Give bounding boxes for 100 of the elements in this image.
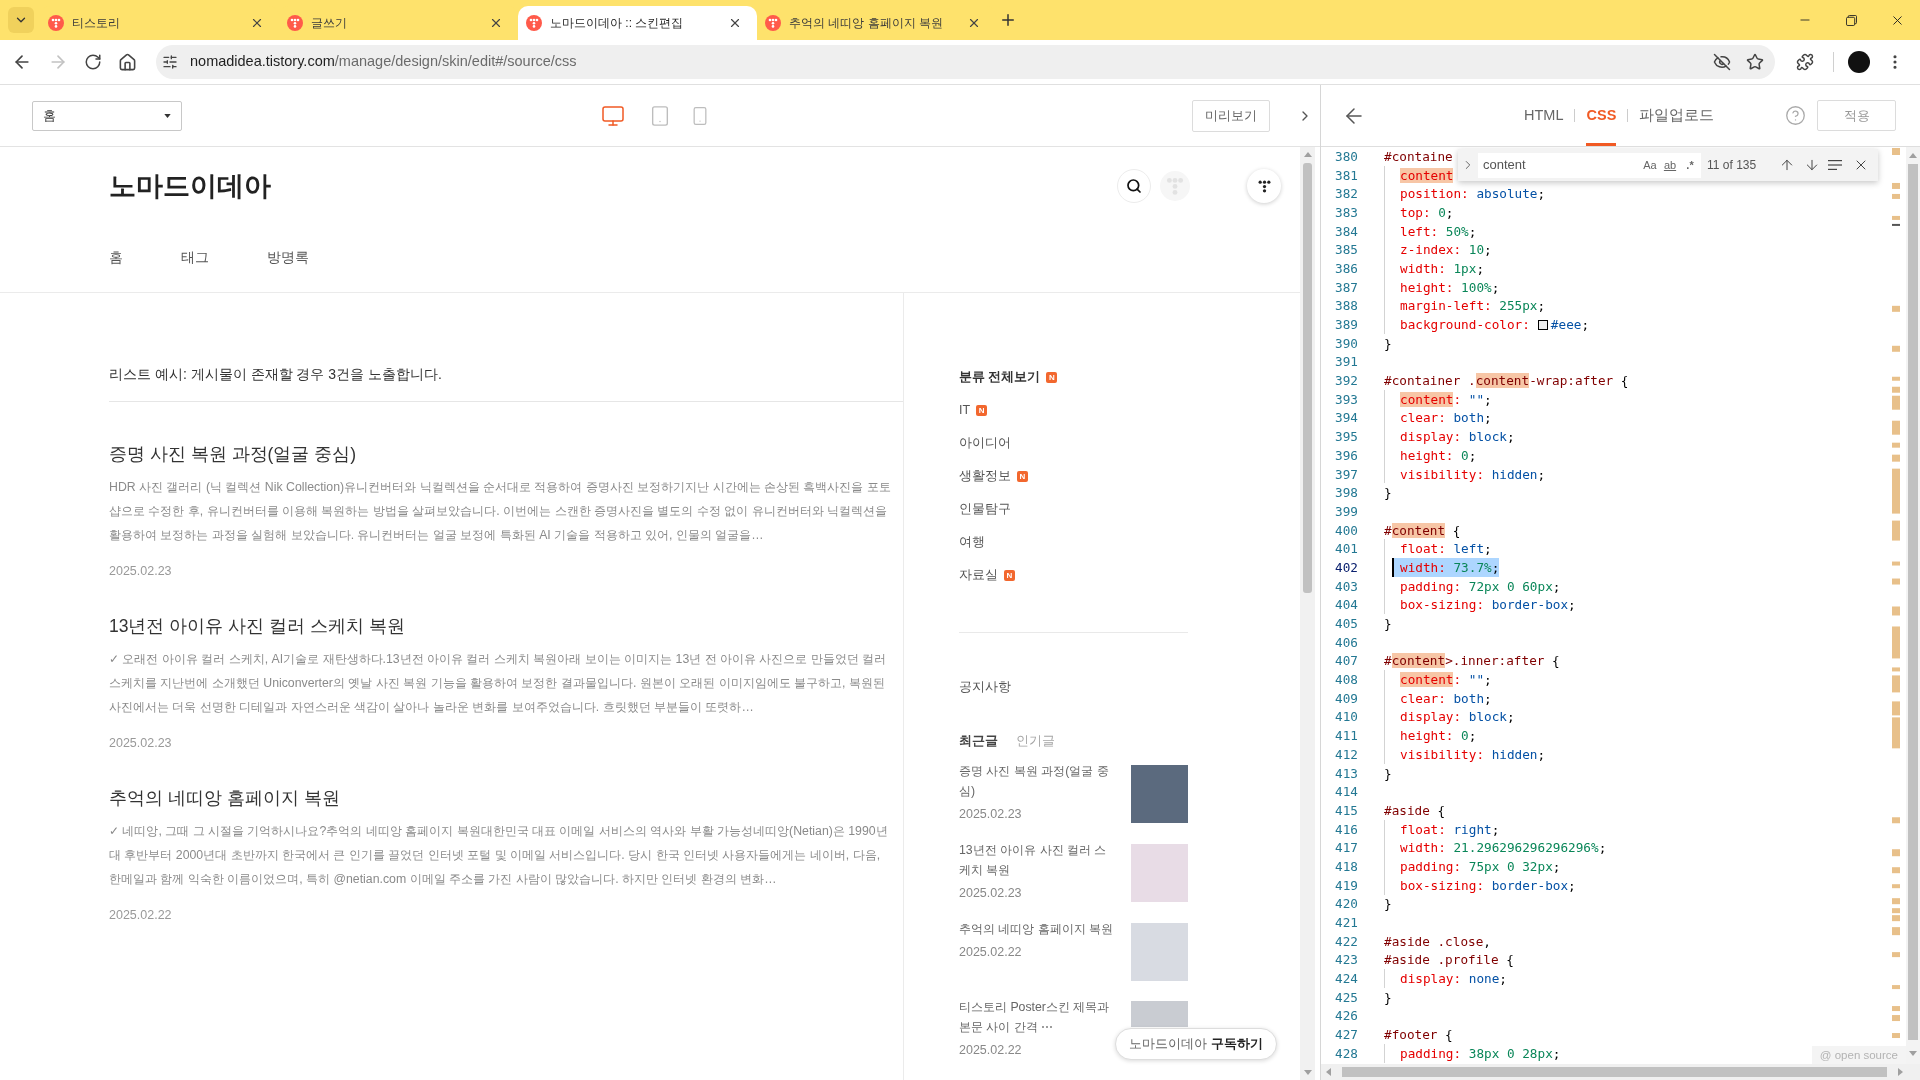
help-icon[interactable] bbox=[1785, 105, 1806, 126]
right-triangle-icon[interactable] bbox=[1898, 1068, 1903, 1076]
code-text: content: ""; bbox=[1400, 390, 1492, 409]
menu-button[interactable] bbox=[1247, 169, 1281, 203]
line-number: 423 bbox=[1334, 951, 1358, 970]
logo-icon bbox=[1160, 171, 1190, 201]
line-number: 428 bbox=[1334, 1044, 1358, 1063]
browser-tab[interactable]: 노마드이데아 :: 스킨편집 bbox=[518, 6, 757, 40]
line-number: 421 bbox=[1334, 914, 1358, 932]
line-number: 393 bbox=[1334, 390, 1358, 409]
code-text: background-color: bbox=[1400, 316, 1530, 334]
post-excerpt: ✓ 네띠앙, 그때 그 시절을 기억하시나요?추억의 네띠앙 홈페이지 복원대한민국 대표 이메일 서비스의 역사와 부활 가능성네띠앙(Netian)은 1990년대 후반부터 2000년대 초반까지 한국에서 큰 인기를 끌었던 인터넷 포털 및 이메일 서비스입니다. 당시 한국 인터넷 사용자들에게는 네이버, 다음, 한메일과 함께 익숙한 이름이었으며, 특히 @netian.com 이메일 주소를 가진 사람이 많았습니다. 하지만 인터넷 환경의 변화… bbox=[109, 823, 889, 888]
address-bar[interactable]: nomadidea.tistory.com/manage/design/skin/edit#/source/css bbox=[156, 45, 1775, 79]
scrollbar-thumb[interactable] bbox=[1342, 1067, 1887, 1077]
recent-post-date: 2025.02.23 bbox=[959, 885, 1023, 902]
recent-post-link[interactable]: 증명 사진 복원 과정(얼굴 중심) bbox=[959, 761, 1115, 801]
find-field[interactable]: content Aa ab .* bbox=[1478, 152, 1701, 178]
nav-link[interactable]: 홈 bbox=[109, 247, 123, 267]
line-number: 406 bbox=[1334, 633, 1358, 652]
new-badge: N bbox=[976, 405, 988, 416]
up-triangle-icon[interactable] bbox=[1303, 152, 1312, 157]
line-number: 401 bbox=[1334, 540, 1358, 559]
category-link[interactable]: 생활정보 N bbox=[959, 460, 1194, 493]
line-number: 413 bbox=[1334, 764, 1358, 783]
recent-post-link[interactable]: 13년전 아이유 사진 컬러 스케치 복원 bbox=[959, 840, 1115, 880]
horizontal-scrollbar[interactable] bbox=[1321, 1064, 1920, 1080]
home-icon[interactable] bbox=[118, 52, 137, 72]
code-text: padding: 75px 0 32px; bbox=[1400, 857, 1561, 876]
notice-heading[interactable]: 공지사항 bbox=[959, 677, 1194, 697]
down-triangle-icon[interactable] bbox=[1909, 1051, 1917, 1056]
lines-icon[interactable] bbox=[1828, 160, 1842, 170]
monitor-icon[interactable] bbox=[601, 103, 625, 128]
restore-icon[interactable] bbox=[1845, 14, 1857, 26]
post-excerpt: ✓ 오래전 아이유 컬러 스케치, AI기술로 재탄생하다.13년전 아이유 컬러 스케치 복원아래 보이는 이미지는 13년 전 아이유 사진으로 만들었던 컬러 스케치를 지난번에 소개했던 Uniconverter의 옛날 사진 복원 기능을 활용하여 보정한 결과물입니다. 원본이 오래된 이미지임에도 불구하고, 복원된 사진에서는 더욱 선명한 디테일과 자연스러운 색감이 살아나 놀라운 변화를 보여주었습니다. 흐릿했던 부분들이 또렷하… bbox=[109, 651, 888, 716]
reload-icon[interactable] bbox=[84, 53, 102, 71]
post-title[interactable]: 추억의 네띠앙 홈페이지 복원 bbox=[109, 784, 895, 812]
code-text: visibility: hidden; bbox=[1400, 465, 1546, 484]
close-icon[interactable] bbox=[250, 16, 264, 30]
preview-button[interactable]: 미리보기 bbox=[1192, 99, 1270, 132]
page-select[interactable]: 홈 bbox=[32, 100, 182, 131]
code-text: width: 21.296296296296296%; bbox=[1400, 839, 1607, 858]
line-number: 385 bbox=[1334, 241, 1358, 260]
option-toggle[interactable]: .* bbox=[1680, 155, 1700, 175]
line-number: 402 bbox=[1334, 558, 1358, 577]
code-text: #footer { bbox=[1384, 1026, 1453, 1045]
code-text: clear: both; bbox=[1400, 409, 1492, 428]
category-link[interactable]: 여행 bbox=[959, 526, 1194, 559]
line-number: 418 bbox=[1334, 857, 1358, 876]
line-number: 398 bbox=[1334, 484, 1358, 503]
nav-link[interactable]: 태그 bbox=[181, 247, 209, 267]
post-title[interactable]: 13년전 아이유 사진 컬러 스케치 복원 bbox=[109, 612, 895, 640]
puzzle-icon[interactable] bbox=[1796, 53, 1814, 71]
close-icon[interactable] bbox=[967, 16, 981, 30]
sidebar-tab[interactable]: 최근글 bbox=[959, 731, 998, 751]
code-text: #aside { bbox=[1384, 801, 1446, 820]
code-text: z-index: 10; bbox=[1400, 241, 1492, 260]
tab-list-button[interactable] bbox=[8, 7, 34, 33]
star-icon[interactable] bbox=[1746, 53, 1764, 71]
category-link[interactable]: 인물탐구 bbox=[959, 493, 1194, 526]
category-link[interactable]: 자료실 N bbox=[959, 559, 1194, 592]
line-number: 427 bbox=[1334, 1026, 1358, 1045]
scrollbar-thumb[interactable] bbox=[1303, 163, 1312, 593]
nav-link[interactable]: 방명록 bbox=[267, 247, 309, 267]
editor-tab[interactable]: HTML bbox=[1524, 85, 1564, 146]
up-triangle-icon[interactable] bbox=[1909, 153, 1917, 158]
close-icon[interactable] bbox=[728, 16, 742, 30]
code-text: } bbox=[1384, 764, 1392, 783]
code-text: #content { bbox=[1384, 521, 1461, 540]
line-number: 411 bbox=[1334, 727, 1358, 746]
recent-post-link[interactable]: 추억의 네띠앙 홈페이지 복원 bbox=[959, 919, 1115, 939]
line-number: 408 bbox=[1334, 671, 1358, 690]
code-text: #container .content-wrap:after { bbox=[1384, 372, 1629, 391]
code-text: box-sizing: border-box; bbox=[1400, 596, 1576, 615]
line-number: 383 bbox=[1334, 203, 1358, 222]
search-icon bbox=[1126, 178, 1142, 194]
search-button[interactable] bbox=[1117, 169, 1151, 203]
scrollbar-thumb[interactable] bbox=[1908, 164, 1918, 1040]
category-link[interactable]: 분류 전체보기 N bbox=[959, 361, 1194, 394]
left-triangle-icon[interactable] bbox=[1326, 1068, 1331, 1076]
avatar-icon[interactable] bbox=[1848, 51, 1870, 73]
line-number: 407 bbox=[1334, 652, 1358, 671]
scrollbar[interactable] bbox=[1906, 147, 1920, 1064]
editor-tab[interactable]: 파일업로드 bbox=[1639, 85, 1715, 146]
category-link[interactable]: 아이디어 bbox=[959, 427, 1194, 460]
tablet-icon[interactable] bbox=[649, 104, 671, 127]
down-triangle-icon[interactable] bbox=[1303, 1070, 1312, 1075]
post-title[interactable]: 증명 사진 복원 과정(얼굴 중심) bbox=[109, 440, 895, 468]
sliders-icon[interactable] bbox=[162, 54, 178, 70]
line-number: 388 bbox=[1334, 297, 1358, 316]
line-number: 409 bbox=[1334, 689, 1358, 708]
eye-off-icon[interactable] bbox=[1713, 53, 1731, 71]
option-toggle[interactable]: ab bbox=[1660, 155, 1680, 175]
close-icon[interactable] bbox=[489, 16, 503, 30]
code-text: clear: both; bbox=[1400, 689, 1492, 708]
category-link[interactable]: IT N bbox=[959, 394, 1194, 427]
plus-icon[interactable] bbox=[999, 11, 1017, 29]
recent-post-link[interactable]: 티스토리 Poster스킨 제목과 본문 사이 간격 ⋯ bbox=[959, 997, 1115, 1037]
option-toggle[interactable]: Aa bbox=[1640, 155, 1660, 175]
scrollbar[interactable] bbox=[1300, 147, 1315, 1080]
subscribe-button[interactable]: 노마드이데아 구독하기 bbox=[1115, 1028, 1277, 1060]
